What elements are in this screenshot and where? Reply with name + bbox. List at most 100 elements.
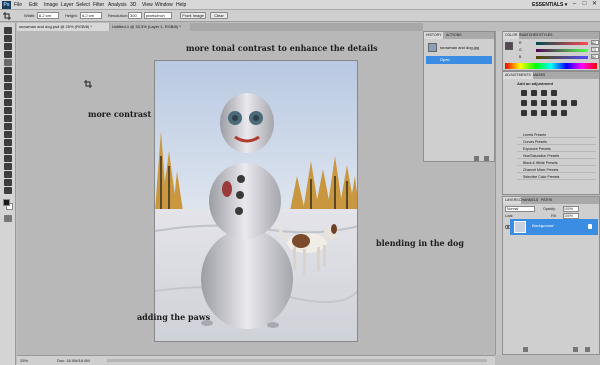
menu-layer[interactable]: Layer bbox=[61, 1, 74, 9]
history-step-open[interactable]: Open bbox=[426, 56, 492, 64]
tab-masks[interactable]: MASKS bbox=[531, 72, 547, 79]
new-layer-icon[interactable] bbox=[573, 347, 578, 352]
crop-tool-icon[interactable] bbox=[4, 59, 12, 66]
resolution-unit-select[interactable]: pixels/inch bbox=[144, 12, 172, 19]
foreground-color-swatch[interactable] bbox=[3, 199, 10, 206]
height-field[interactable]: 6.2 cm bbox=[80, 12, 102, 19]
marquee-tool-icon[interactable] bbox=[4, 35, 12, 42]
brush-tool-icon[interactable] bbox=[4, 83, 12, 90]
channel-mixer-icon[interactable] bbox=[571, 100, 577, 106]
tab-untitled-1[interactable]: Untitled-1 @ 33.3% (Layer 1, RGB/8) * bbox=[110, 23, 190, 31]
front-image-button[interactable]: Front Image bbox=[180, 12, 206, 19]
gradient-tool-icon[interactable] bbox=[4, 115, 12, 122]
new-snapshot-icon[interactable] bbox=[474, 156, 479, 161]
document-tab-bar: snowman and dog.psd @ 25% (RGB/8) * Unti… bbox=[17, 23, 423, 31]
annotation-more-contrast: more contrast bbox=[88, 109, 152, 119]
3d-rotate-tool-icon[interactable] bbox=[4, 171, 12, 178]
menu-view[interactable]: View bbox=[142, 1, 153, 9]
history-panel: HISTORY ACTIONS snowman and dog.jpg Open bbox=[423, 31, 495, 162]
tab-channels[interactable]: CHANNELS bbox=[517, 197, 540, 204]
zoom-tool-icon[interactable] bbox=[4, 187, 12, 194]
preset-hue-saturation[interactable]: Hue/Saturation Presets bbox=[517, 153, 596, 159]
fg-color-preview[interactable] bbox=[505, 42, 513, 50]
levels-icon[interactable] bbox=[531, 90, 537, 96]
preset-selective-color[interactable]: Selective Color Presets bbox=[517, 174, 596, 180]
blue-value[interactable]: 82 bbox=[591, 54, 599, 59]
gradient-map-icon[interactable] bbox=[551, 110, 557, 116]
menu-analysis[interactable]: Analysis bbox=[108, 1, 127, 9]
tab-snowman-and-dog[interactable]: snowman and dog.psd @ 25% (RGB/8) * bbox=[17, 23, 109, 31]
zoom-level[interactable]: 25% bbox=[20, 356, 28, 365]
hue-saturation-icon[interactable] bbox=[531, 100, 537, 106]
preset-levels[interactable]: Levels Presets bbox=[517, 132, 596, 138]
menu-3d[interactable]: 3D bbox=[130, 1, 136, 9]
layer-fx-icon[interactable] bbox=[523, 347, 528, 352]
healing-brush-tool-icon[interactable] bbox=[4, 75, 12, 82]
preset-channel-mixer[interactable]: Channel Mixer Presets bbox=[517, 167, 596, 173]
tab-history[interactable]: HISTORY bbox=[424, 32, 444, 39]
clone-stamp-tool-icon[interactable] bbox=[4, 91, 12, 98]
red-slider[interactable] bbox=[536, 42, 588, 45]
preset-exposure[interactable]: Exposure Presets bbox=[517, 146, 596, 152]
threshold-icon[interactable] bbox=[541, 110, 547, 116]
lasso-tool-icon[interactable] bbox=[4, 43, 12, 50]
menu-window[interactable]: Window bbox=[155, 1, 173, 9]
green-slider[interactable] bbox=[536, 49, 588, 52]
adjustments-panel-header: ADJUSTMENTS MASKS bbox=[503, 72, 599, 79]
brightness-contrast-icon[interactable] bbox=[521, 90, 527, 96]
preset-curves[interactable]: Curves Presets bbox=[517, 139, 596, 145]
layer-row-background[interactable]: Background bbox=[510, 219, 598, 235]
trash-icon[interactable] bbox=[484, 156, 489, 161]
menu-select[interactable]: Select bbox=[76, 1, 90, 9]
eyedropper-tool-icon[interactable] bbox=[4, 67, 12, 74]
close-icon[interactable]: ✕ bbox=[591, 1, 598, 8]
dodge-tool-icon[interactable] bbox=[4, 131, 12, 138]
pen-tool-icon[interactable] bbox=[4, 139, 12, 146]
workspace-switcher[interactable]: ESSENTIALS ▾ bbox=[532, 1, 567, 9]
posterize-icon[interactable] bbox=[531, 110, 537, 116]
layer-name[interactable]: Background bbox=[532, 223, 553, 228]
horizontal-scrollbar[interactable] bbox=[107, 359, 487, 362]
curves-icon[interactable] bbox=[541, 90, 547, 96]
width-field[interactable]: 6.2 cm bbox=[37, 12, 59, 19]
blue-slider[interactable] bbox=[536, 56, 588, 59]
vibrance-icon[interactable] bbox=[521, 100, 527, 106]
opacity-field[interactable]: 100% bbox=[563, 206, 579, 212]
green-value[interactable]: 73 bbox=[591, 47, 599, 52]
preset-black-white[interactable]: Black & White Presets bbox=[517, 160, 596, 166]
quick-mask-icon[interactable] bbox=[4, 215, 12, 222]
tab-adjustments[interactable]: ADJUSTMENTS bbox=[503, 72, 533, 79]
delete-layer-icon[interactable] bbox=[585, 347, 590, 352]
color-balance-icon[interactable] bbox=[541, 100, 547, 106]
exposure-icon[interactable] bbox=[551, 90, 557, 96]
tab-paths[interactable]: PATHS bbox=[539, 197, 554, 204]
eraser-tool-icon[interactable] bbox=[4, 107, 12, 114]
menu-file[interactable]: File bbox=[14, 1, 22, 9]
menu-image[interactable]: Image bbox=[44, 1, 58, 9]
blur-tool-icon[interactable] bbox=[4, 123, 12, 130]
move-tool-icon[interactable] bbox=[4, 27, 12, 34]
selective-color-icon[interactable] bbox=[561, 110, 567, 116]
maximize-icon[interactable]: □ bbox=[581, 1, 588, 8]
shape-tool-icon[interactable] bbox=[4, 163, 12, 170]
black-white-icon[interactable] bbox=[551, 100, 557, 106]
menu-help[interactable]: Help bbox=[176, 1, 186, 9]
color-spectrum[interactable] bbox=[505, 63, 597, 69]
minimize-icon[interactable]: – bbox=[571, 1, 578, 8]
hand-tool-icon[interactable] bbox=[4, 179, 12, 186]
tab-actions[interactable]: ACTIONS bbox=[444, 32, 464, 39]
crop-tool-icon[interactable] bbox=[3, 12, 11, 20]
photo-filter-icon[interactable] bbox=[561, 100, 567, 106]
invert-icon[interactable] bbox=[521, 110, 527, 116]
resolution-field[interactable]: 300 bbox=[128, 12, 142, 19]
history-brush-tool-icon[interactable] bbox=[4, 99, 12, 106]
path-select-tool-icon[interactable] bbox=[4, 155, 12, 162]
type-tool-icon[interactable] bbox=[4, 147, 12, 154]
blend-mode-select[interactable]: Normal bbox=[505, 206, 535, 212]
red-value[interactable]: 82 bbox=[591, 40, 599, 45]
tab-styles[interactable]: STYLES bbox=[537, 32, 554, 39]
menu-filter[interactable]: Filter bbox=[93, 1, 104, 9]
menu-edit[interactable]: Edit bbox=[29, 1, 38, 9]
quick-select-tool-icon[interactable] bbox=[4, 51, 12, 58]
clear-button[interactable]: Clear bbox=[210, 12, 228, 19]
